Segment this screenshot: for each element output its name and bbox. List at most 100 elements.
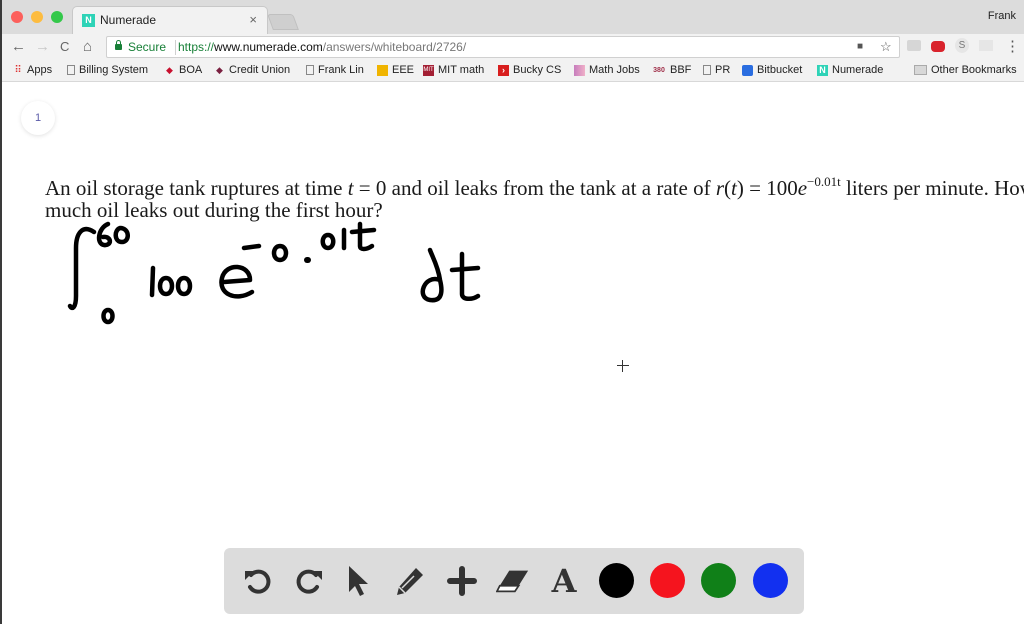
bookmark-label: EEE [392,64,415,76]
bookmark-mit-math[interactable]: MIT MIT math [423,64,484,76]
bookmark-billing-system[interactable]: Billing System [67,64,148,76]
add-button[interactable] [445,564,479,598]
reload-icon[interactable]: C [60,38,69,56]
profile-name[interactable]: Frank [988,10,1016,22]
bookmark-label: BOA [179,64,203,76]
math-var: r [715,176,725,200]
bookmark-bucky-cs[interactable]: › Bucky CS [498,64,561,76]
redo-button[interactable] [292,564,326,598]
color-swatch-green[interactable] [701,563,736,598]
color-swatch-black[interactable] [599,563,634,598]
bookmark-boa[interactable]: ◆ BOA [164,64,202,76]
whiteboard-toolbar: A [224,548,804,614]
browser-menu-icon[interactable]: ⋮ [1005,37,1020,55]
undo-icon [245,569,271,594]
bookmark-eee[interactable]: EEE [377,64,414,76]
numerade-icon: N [817,64,828,76]
bookmark-numerade[interactable]: N Numerade [817,64,883,76]
pen-tool-button[interactable] [393,564,427,598]
text-a-icon: A [551,562,577,600]
browser-toolbar: ← → C ⌂ Secure https://www.numerade.com/… [2,34,1024,60]
bookmark-label: Math Jobs [589,64,640,76]
minimize-window-button[interactable] [31,11,43,23]
pointer-arrow-icon [349,566,368,596]
redo-icon [296,569,322,594]
bookmark-label: Billing System [79,64,149,76]
credit-union-icon: ◆ [216,64,223,75]
exponent-strokes [241,221,377,263]
math-exponent: −0.01t [807,174,841,189]
boa-icon: ◆ [166,64,173,75]
question-text: An oil storage tank ruptures at time t =… [45,171,1024,221]
camera-icon[interactable]: ■ [857,41,863,52]
tab-close-icon[interactable]: × [249,12,257,27]
bookmark-star-icon[interactable]: ☆ [880,39,892,55]
tab-strip: N Numerade × Frank [2,0,1024,34]
page-icon [703,65,711,75]
bookmark-math-jobs[interactable]: Math Jobs [574,64,640,76]
bookmark-credit-union[interactable]: ◆ Credit Union [214,64,290,76]
bucky-icon: › [498,64,509,76]
math-var: e [797,176,808,200]
bookmark-label: Credit Union [229,64,291,76]
handwritten-integral [67,221,481,325]
bookmark-label: BBF [670,64,692,76]
base-e [219,264,255,299]
forward-arrow-icon[interactable]: → [35,38,50,56]
bookmark-label: MIT math [438,64,485,76]
integral-upper-limit [96,221,130,248]
new-tab-button[interactable] [267,14,299,30]
question-segment: = 100 [743,176,798,200]
bookmark-label: Frank Lin [318,64,364,76]
text-tool-button[interactable]: A [547,562,581,600]
address-bar[interactable]: Secure https://www.numerade.com/answers/… [106,36,900,58]
bookmark-label: Bitbucket [757,64,803,76]
back-arrow-icon[interactable]: ← [11,38,26,56]
tab-title: Numerade [100,13,157,27]
maximize-window-button[interactable] [51,11,63,23]
close-window-button[interactable] [11,11,23,23]
cast-extension-icon[interactable] [979,40,993,51]
eraser-tool-button[interactable] [496,564,530,598]
folder-icon [914,65,927,75]
apps-grid-icon: ⠿ [14,64,21,76]
page-icon [306,65,314,75]
numerade-favicon-icon: N [82,14,95,27]
bookmark-frank-lin[interactable]: Frank Lin [306,64,364,76]
url-host: www.numerade.com [214,40,323,54]
bookmark-apps[interactable]: ⠿ Apps [12,64,52,76]
bookmark-bbf[interactable]: 380 BBF [652,64,691,76]
address-divider [175,40,176,55]
s-extension-icon[interactable]: S [955,38,969,53]
pencil-icon [397,568,423,595]
color-swatch-red[interactable] [650,563,685,598]
tab-numerade[interactable]: N Numerade × [72,6,268,34]
bookmark-pr[interactable]: PR [703,64,730,76]
url-text[interactable]: https://www.numerade.com/answers/whitebo… [178,40,466,54]
differential-dt [420,247,481,303]
bookmark-bitbucket[interactable]: Bitbucket [742,64,802,76]
url-scheme: https:// [178,40,215,54]
dropbox-extension-icon[interactable] [907,40,921,51]
url-path: /answers/whiteboard/2726/ [322,40,467,54]
integral-lower-limit [101,307,115,325]
color-swatch-blue[interactable] [753,563,788,598]
browser-window: N Numerade × Frank ← → C ⌂ Secure https:… [0,0,1024,624]
video-extension-icon[interactable] [931,41,945,52]
select-tool-button[interactable] [342,564,376,598]
home-icon[interactable]: ⌂ [83,38,92,56]
eraser-icon [496,570,529,593]
undo-button[interactable] [241,564,275,598]
bookmark-other[interactable]: Other Bookmarks [914,64,1017,76]
lock-icon [115,40,122,50]
eee-icon [377,64,388,76]
mit-icon: MIT [423,64,434,76]
bookmarks-bar: ⠿ Apps Billing System ◆ BOA ◆ Credit Uni… [2,60,1024,82]
page-icon [67,65,75,75]
whiteboard-canvas[interactable]: 1 An oil storage tank ruptures at time t… [4,83,1024,624]
bitbucket-icon [742,64,753,76]
coefficient-100 [149,265,193,298]
plus-icon [447,566,477,596]
page-number-badge[interactable]: 1 [21,101,55,135]
bookmark-label: Apps [27,64,53,76]
